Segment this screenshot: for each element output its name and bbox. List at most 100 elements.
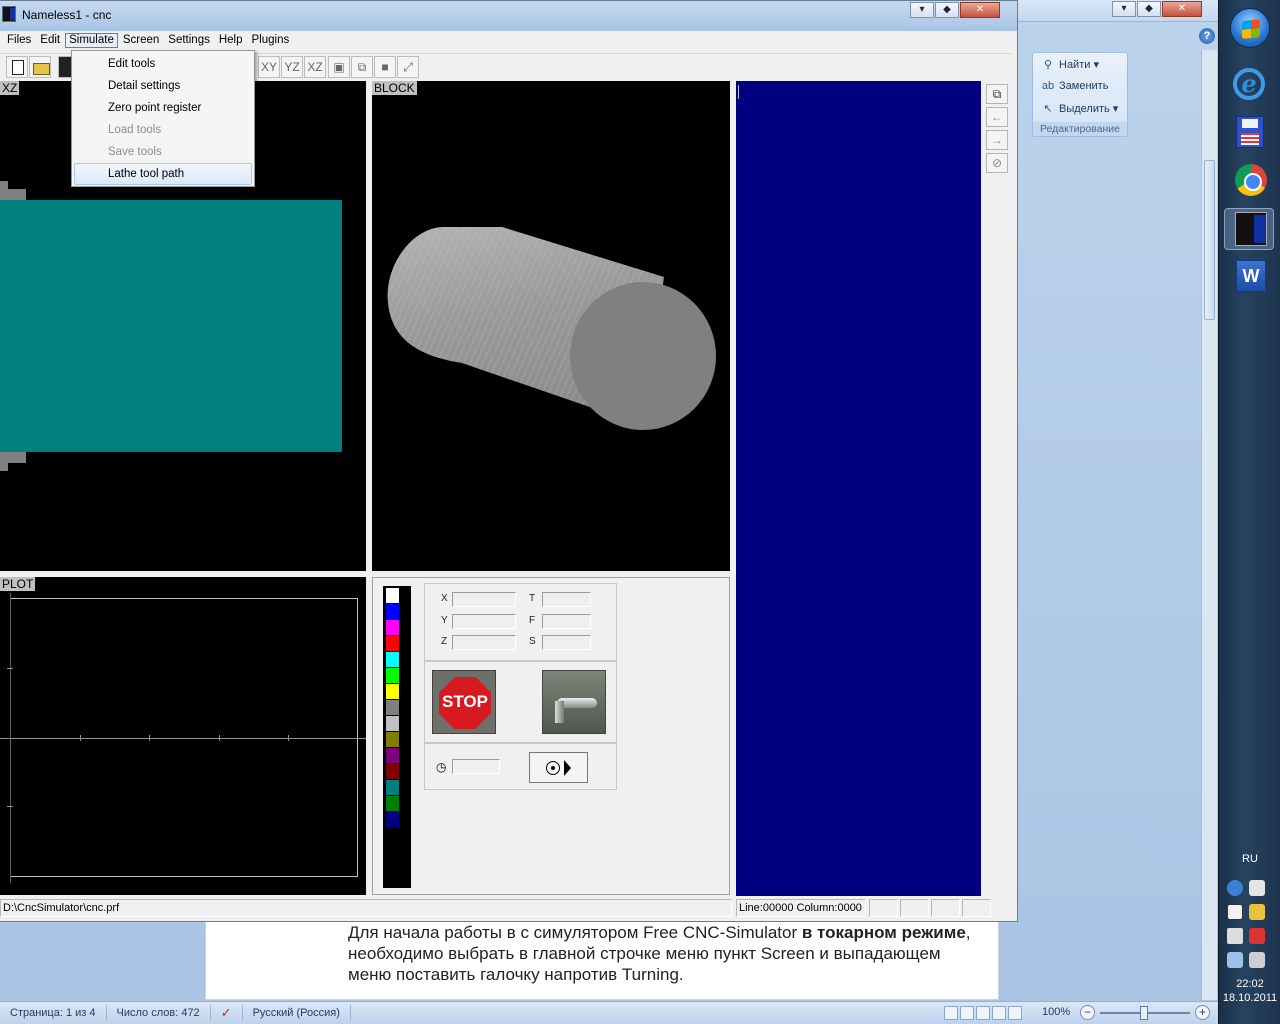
plot-tick [80, 735, 81, 741]
color-swatch[interactable] [386, 652, 399, 667]
color-swatch[interactable] [386, 812, 399, 827]
tray-volume-icon[interactable] [1249, 952, 1265, 968]
zoom-in-button[interactable]: + [1195, 1005, 1210, 1020]
view-xy-button[interactable]: XY [258, 56, 280, 78]
color-swatch[interactable] [386, 796, 399, 811]
taskbar-chrome[interactable] [1224, 160, 1274, 202]
word-statusbar: Страница: 1 из 4 Число слов: 472 ✓ Русск… [0, 1001, 1218, 1024]
document-page[interactable]: Для начала работы в с симулятором Free C… [205, 918, 999, 1000]
zoom-out-button[interactable]: − [1080, 1005, 1095, 1020]
tray-network-monitor-icon[interactable] [1227, 952, 1243, 968]
color-swatch[interactable] [386, 604, 399, 619]
web-layout-icon[interactable] [976, 1006, 990, 1020]
forward-arrow-button[interactable]: → [986, 130, 1008, 150]
color-swatch[interactable] [386, 748, 399, 763]
network-tray-icon[interactable] [1227, 880, 1243, 896]
zoom-level[interactable]: 100% [1042, 1006, 1070, 1018]
menu-files[interactable]: Files [3, 33, 35, 48]
language-indicator-tray[interactable]: RU [1219, 853, 1280, 865]
language-indicator[interactable]: Русский (Россия) [243, 1005, 351, 1021]
stop-button[interactable]: STOP [432, 670, 496, 734]
color-swatch[interactable] [386, 684, 399, 699]
view-shaded-button[interactable]: ■ [374, 56, 396, 78]
page-count[interactable]: Страница: 1 из 4 [0, 1005, 107, 1021]
word-maximize-button[interactable]: ◆ [1137, 1, 1161, 17]
window-title: Nameless1 - cnc [22, 8, 112, 22]
cnc-close-button[interactable]: ✕ [960, 2, 1000, 18]
cnc-maximize-button[interactable]: ◆ [935, 2, 959, 18]
fullscreen-button[interactable]: ⤢ [397, 56, 419, 78]
color-swatch[interactable] [386, 588, 399, 603]
color-swatch[interactable] [386, 732, 399, 747]
new-file-button[interactable] [6, 56, 28, 78]
cnc-app-icon [1235, 212, 1267, 246]
select-button[interactable]: ↖ Выделить ▾ [1033, 97, 1127, 119]
simulate-menu-item-detail-settings[interactable]: Detail settings [74, 75, 252, 97]
menu-screen[interactable]: Screen [119, 33, 163, 48]
nc-code-editor[interactable] [736, 81, 981, 896]
simulate-menu-item-zero-point-register[interactable]: Zero point register [74, 97, 252, 119]
view-3d-button[interactable]: ▣ [328, 56, 350, 78]
view-solid-button[interactable]: ⧉ [351, 56, 373, 78]
zoom-slider-thumb[interactable] [1140, 1006, 1148, 1020]
block-3d-view[interactable]: BLOCK [372, 81, 730, 571]
simulate-menu-item-lathe-tool-path[interactable]: Lathe tool path [74, 163, 252, 185]
plot-view[interactable]: PLOT [0, 577, 366, 895]
taskbar-floppy-app[interactable] [1224, 112, 1274, 154]
color-swatch[interactable] [386, 620, 399, 635]
color-swatch[interactable] [386, 780, 399, 795]
tray-flag-icon[interactable] [1249, 904, 1265, 920]
coord-f-field [542, 614, 591, 629]
tray-pen-icon[interactable] [1227, 904, 1243, 920]
back-arrow-button[interactable]: ← [986, 107, 1008, 127]
tool-change-button[interactable] [542, 670, 606, 734]
replace-icon: ab [1041, 80, 1055, 92]
color-swatch[interactable] [386, 764, 399, 779]
cnc-titlebar[interactable]: Nameless1 - cnc ▾ ◆ ✕ [0, 1, 1017, 31]
draft-icon[interactable] [1008, 1006, 1022, 1020]
menu-simulate[interactable]: Simulate [65, 33, 118, 48]
scroll-thumb[interactable] [1204, 160, 1215, 320]
spellcheck-icon[interactable]: ✓ [211, 1005, 243, 1021]
menu-plugins[interactable]: Plugins [248, 33, 294, 48]
simulate-menu-item-edit-tools[interactable]: Edit tools [74, 53, 252, 75]
no-entry-button[interactable]: ⊘ [986, 153, 1008, 173]
status-segment [931, 899, 960, 917]
find-button[interactable]: ⚲ Найти ▾ [1033, 53, 1127, 75]
reading-layout-icon[interactable] [960, 1006, 974, 1020]
cylinder-workpiece [387, 227, 716, 430]
menu-help[interactable]: Help [215, 33, 247, 48]
outline-icon[interactable] [992, 1006, 1006, 1020]
view-mode-buttons [944, 1006, 1022, 1020]
status-segment [869, 899, 898, 917]
replace-button[interactable]: ab Заменить [1033, 75, 1127, 97]
word-vertical-scrollbar[interactable] [1201, 50, 1217, 1000]
plot-tick [149, 735, 150, 741]
clock[interactable]: 22:02 18.10.2011 [1219, 977, 1280, 1005]
help-icon[interactable]: ? [1199, 28, 1215, 44]
view-yz-button[interactable]: YZ [281, 56, 303, 78]
color-swatch[interactable] [386, 716, 399, 731]
color-swatch[interactable] [386, 668, 399, 683]
start-button[interactable] [1230, 8, 1270, 48]
word-close-button[interactable]: ✕ [1162, 1, 1202, 17]
tray-app-icon[interactable] [1249, 880, 1265, 896]
open-file-button[interactable] [29, 56, 51, 78]
taskbar-word[interactable]: W [1224, 256, 1274, 298]
menu-edit[interactable]: Edit [36, 33, 64, 48]
taskbar-ie[interactable]: e [1224, 64, 1274, 106]
doc-text-1b: в токарном [801, 923, 897, 942]
taskbar-cnc[interactable] [1224, 208, 1274, 250]
color-swatch[interactable] [386, 636, 399, 651]
window-stack-button[interactable]: ⧉ [986, 84, 1008, 104]
color-swatch[interactable] [386, 700, 399, 715]
camera-view-button[interactable] [529, 752, 588, 783]
word-count[interactable]: Число слов: 472 [107, 1005, 211, 1021]
view-xz-button[interactable]: XZ [304, 56, 326, 78]
cnc-minimize-button[interactable]: ▾ [910, 2, 934, 18]
menu-settings[interactable]: Settings [164, 33, 214, 48]
tray-security-icon[interactable] [1249, 928, 1265, 944]
tray-safe-remove-icon[interactable] [1227, 928, 1243, 944]
word-minimize-button[interactable]: ▾ [1112, 1, 1136, 17]
print-layout-icon[interactable] [944, 1006, 958, 1020]
